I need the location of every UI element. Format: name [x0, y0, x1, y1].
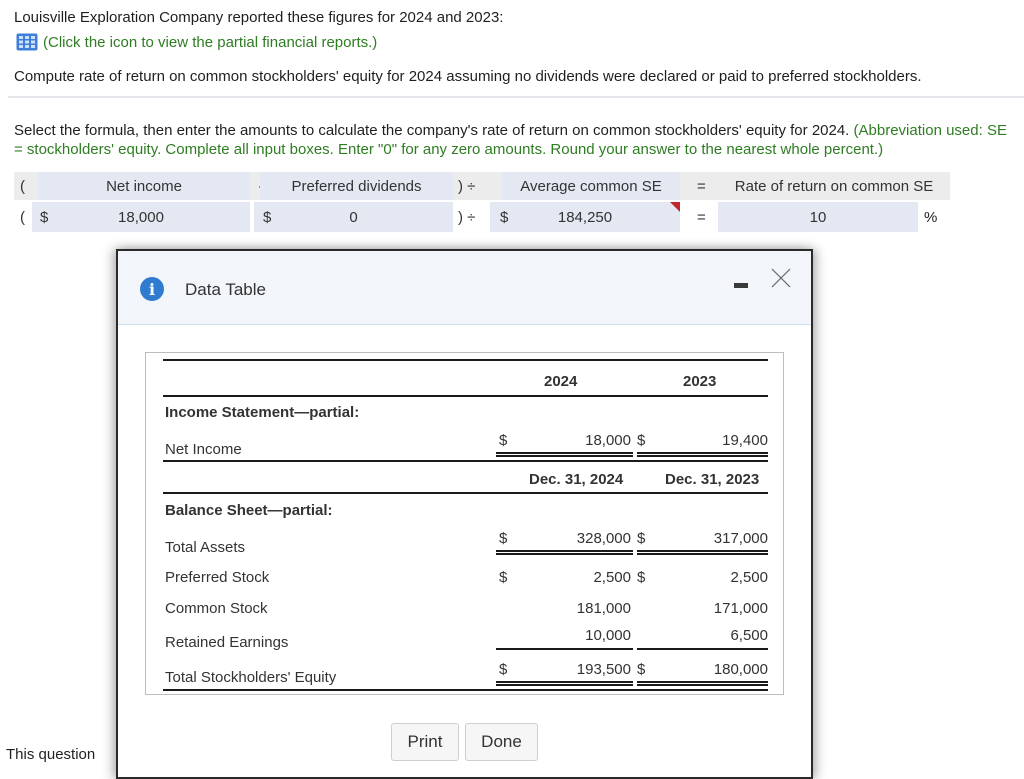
net-income-label: Net Income [165, 441, 242, 458]
done-button[interactable]: Done [465, 723, 538, 761]
background-question-text: This question [6, 746, 96, 763]
double-underline [637, 550, 768, 555]
net-income-value[interactable]: 18,000 [32, 209, 250, 226]
table-top-rule [163, 359, 768, 361]
dollar-sign: $ [263, 208, 272, 226]
row-label-retained-earnings: Retained Earnings [165, 634, 289, 651]
double-underline [496, 681, 633, 686]
income-section-title: Income Statement—partial: [165, 404, 360, 421]
total-assets-2024: 328,000 [576, 530, 631, 547]
double-underline [637, 452, 768, 457]
year-header-2023: 2023 [683, 373, 717, 390]
dollar-sign: $ [637, 432, 646, 449]
single-underline [496, 648, 633, 650]
section-divider [8, 96, 1024, 98]
dollar-sign: $ [637, 530, 646, 547]
double-underline [496, 550, 633, 555]
preferred-stock-2023: 2,500 [730, 569, 768, 586]
formula-value-row: ( $ 18,000 - $ 0 ) ÷ $ 184,250 = 10 % [14, 202, 954, 232]
average-common-se-value[interactable]: 184,250 [490, 209, 680, 226]
open-paren-label: ( [20, 177, 25, 195]
row-label-total-stockholders-equity: Total Stockholders' Equity [165, 669, 337, 686]
equals-label: = [697, 177, 706, 195]
retained-earnings-2023: 6,500 [730, 627, 768, 644]
date-header-2024: Dec. 31, 2024 [529, 471, 624, 488]
total-assets-2023: 317,000 [713, 530, 768, 547]
net-income-header[interactable]: Net income [38, 172, 250, 200]
close-divide-label: ) ÷ [458, 177, 476, 195]
close-button[interactable] [770, 267, 792, 289]
single-underline [637, 648, 768, 650]
rate-of-return-value[interactable]: 10 [718, 209, 918, 226]
net-income-input[interactable]: $ 18,000 [32, 202, 250, 232]
net-income-2023: 19,400 [722, 432, 768, 449]
preferred-dividends-value[interactable]: 0 [254, 209, 453, 226]
total-se-2023: 180,000 [713, 661, 768, 678]
question-intro: Louisville Exploration Company reported … [14, 9, 504, 26]
preferred-stock-2024: 2,500 [593, 569, 631, 586]
dollar-sign: $ [499, 530, 508, 547]
preferred-dividends-header[interactable]: Preferred dividends [260, 172, 453, 200]
table-bottom-rule [163, 689, 768, 691]
financial-reports-link-text[interactable]: (Click the icon to view the partial fina… [43, 34, 377, 51]
preferred-dividends-input[interactable]: $ 0 [254, 202, 453, 232]
minimize-button[interactable] [732, 279, 752, 293]
financial-reports-link[interactable]: (Click the icon to view the partial fina… [16, 33, 377, 51]
modal-header[interactable]: i Data Table [118, 251, 811, 325]
double-underline [496, 452, 633, 457]
dollar-sign: $ [499, 432, 508, 449]
retained-earnings-2024: 10,000 [585, 627, 631, 644]
date-header-2023: Dec. 31, 2023 [665, 471, 760, 488]
rate-of-return-header[interactable]: Rate of return on common SE [718, 172, 950, 200]
dollar-sign: $ [637, 661, 646, 678]
date-rule [163, 492, 768, 494]
dollar-sign: $ [500, 208, 509, 226]
close-icon [771, 268, 791, 288]
total-se-2024: 193,500 [576, 661, 631, 678]
balance-section-title: Balance Sheet—partial: [165, 502, 333, 519]
dollar-sign: $ [499, 661, 508, 678]
info-icon: i [140, 277, 164, 301]
row-label-preferred-stock: Preferred Stock [165, 569, 270, 586]
error-flag-icon [670, 202, 680, 212]
year-header-2024: 2024 [544, 373, 578, 390]
dollar-sign: $ [40, 208, 49, 226]
header-rule [163, 395, 768, 397]
equals-label: = [697, 208, 706, 226]
instructions: Select the formula, then enter the amoun… [14, 121, 1014, 159]
row-rule [163, 460, 768, 462]
instruction-main: Select the formula, then enter the amoun… [14, 122, 850, 139]
common-stock-2024: 181,000 [576, 600, 631, 617]
net-income-2024: 18,000 [585, 432, 631, 449]
question-compute-text: Compute rate of return on common stockho… [14, 68, 922, 85]
double-underline [637, 681, 768, 686]
row-label-total-assets: Total Assets [165, 539, 246, 556]
percent-sign: % [924, 208, 938, 226]
rate-of-return-input[interactable]: 10 [718, 202, 918, 232]
row-label-common-stock: Common Stock [165, 600, 268, 617]
modal-title: Data Table [185, 280, 266, 299]
data-table-frame: 2024 2023 Income Statement—partial: Net … [145, 352, 784, 695]
print-button[interactable]: Print [391, 723, 459, 761]
formula-header-row: ( Net income - Preferred dividends ) ÷ A… [14, 172, 950, 200]
table-grid-icon[interactable] [16, 33, 38, 51]
common-stock-2023: 171,000 [713, 600, 768, 617]
data-table-modal: i Data Table 2024 2023 Income Statement—… [116, 249, 813, 779]
average-common-se-input[interactable]: $ 184,250 [490, 202, 680, 232]
dollar-sign: $ [637, 569, 646, 586]
open-paren-label: ( [20, 208, 25, 226]
average-common-se-header[interactable]: Average common SE [502, 172, 680, 200]
dollar-sign: $ [499, 569, 508, 586]
